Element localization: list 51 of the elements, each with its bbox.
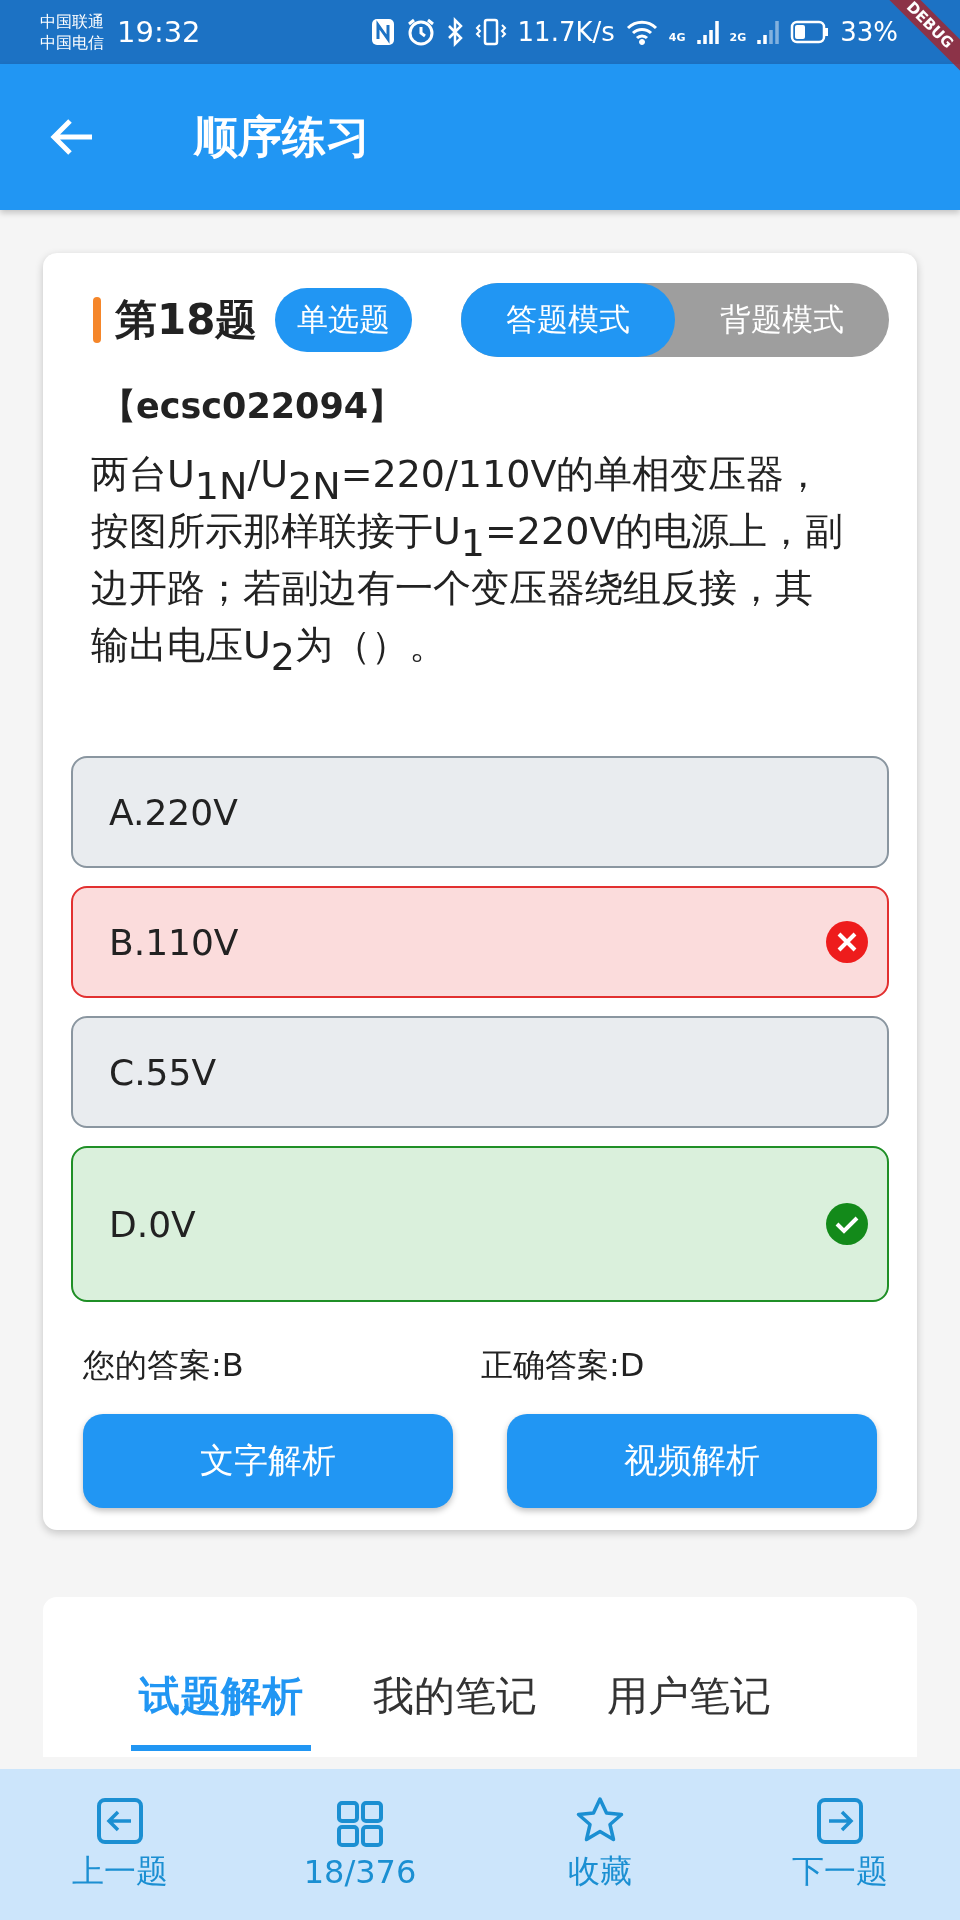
option-label: B.110V: [109, 921, 240, 963]
vibrate-icon: [473, 17, 508, 47]
battery-level: 33%: [840, 17, 898, 47]
network-type: 4G: [668, 31, 686, 44]
nav-item[interactable]: 下一题: [740, 1795, 940, 1894]
mode-tab[interactable]: 背题模式: [675, 283, 889, 357]
wifi-icon: [624, 18, 659, 46]
nav-label: 18/376: [303, 1852, 417, 1891]
question-code: 【ecsc022094】: [101, 385, 405, 428]
option-label: C.55V: [109, 1051, 217, 1093]
option-label: A.220V: [109, 791, 239, 833]
check-icon: [825, 1202, 869, 1246]
analysis-tab[interactable]: 我的笔记: [365, 1647, 545, 1751]
nav-label: 上一题: [72, 1850, 168, 1892]
your-answer: 您的答案:B: [83, 1345, 245, 1386]
arrow-right-box-icon: [815, 1795, 865, 1846]
answer-option[interactable]: C.55V: [71, 1016, 889, 1128]
answer-option[interactable]: B.110V: [71, 886, 889, 998]
carrier-name: 中国电信: [40, 32, 104, 53]
analysis-tab[interactable]: 试题解析: [131, 1647, 311, 1751]
alarm-icon: [405, 17, 436, 47]
correct-answer: 正确答案:D: [481, 1345, 646, 1386]
analysis-button[interactable]: 视频解析: [507, 1414, 877, 1508]
nfc-icon: [369, 17, 396, 47]
answer-option[interactable]: D.0V: [71, 1146, 889, 1302]
mode-tab[interactable]: 答题模式: [461, 283, 675, 357]
network-speed: 11.7K/s: [517, 17, 615, 47]
nav-item[interactable]: 收藏: [500, 1795, 700, 1894]
page-title: 顺序练习: [194, 109, 370, 164]
wrong-icon: [825, 920, 869, 964]
nav-item[interactable]: 18/376: [260, 1798, 460, 1891]
carrier-name: 中国联通: [40, 11, 104, 32]
nav-label: 收藏: [568, 1850, 632, 1892]
arrow-left-box-icon: [95, 1795, 145, 1846]
grid-icon: [335, 1798, 385, 1849]
analysis-tab[interactable]: 用户笔记: [599, 1647, 779, 1751]
answer-option[interactable]: A.220V: [71, 756, 889, 868]
bluetooth-icon: [445, 17, 464, 47]
option-label: D.0V: [109, 1203, 197, 1245]
signal-icon: [756, 18, 781, 46]
nav-item[interactable]: 上一题: [20, 1795, 220, 1894]
clock-time: 19:32: [117, 15, 201, 49]
battery-icon: [790, 19, 831, 45]
analysis-button[interactable]: 文字解析: [83, 1414, 453, 1508]
nav-label: 下一题: [792, 1850, 888, 1892]
network-type: 2G: [729, 31, 747, 44]
question-number: 第18题: [115, 294, 258, 346]
back-arrow-icon[interactable]: [50, 117, 94, 157]
signal-icon: [695, 18, 720, 46]
accent-bar: [93, 297, 101, 343]
question-type-badge: 单选题: [275, 288, 413, 352]
